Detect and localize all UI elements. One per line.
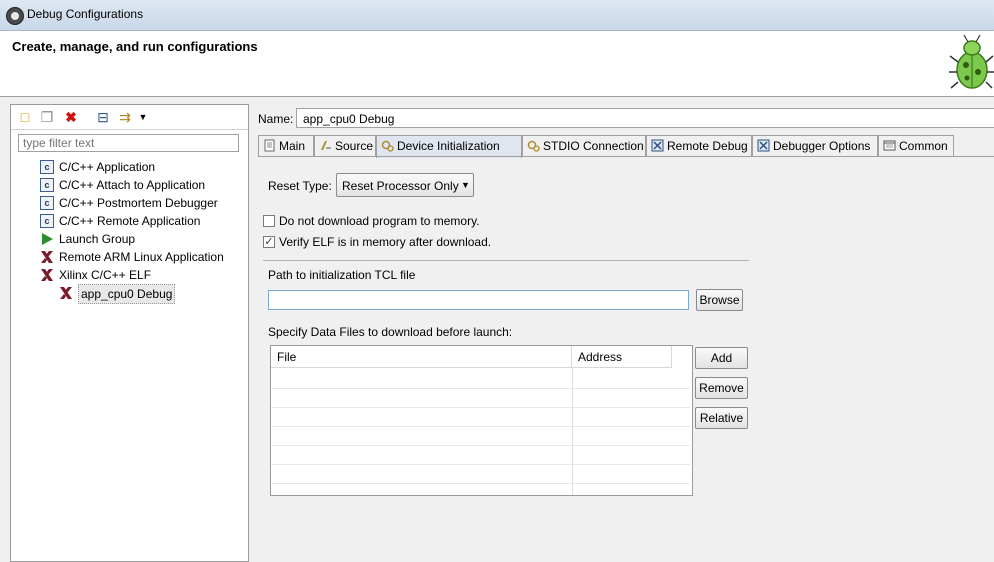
reset-type-value: Reset Processor Only [342,179,459,193]
tab-label: Debugger Options [773,139,871,153]
relative-button[interactable]: Relative [695,407,748,429]
filter-icon[interactable]: ⇉ [117,109,133,125]
tab-device-initialization[interactable]: Device Initialization [376,135,522,158]
tree-item-label: C/C++ Application [59,160,156,174]
remote-debug-icon [651,139,664,152]
table-row[interactable] [271,445,690,446]
tree-toolbar: □ ❐ ✖ ⊟ ⇉ ▼ [11,105,248,130]
configuration-tree-pane: □ ❐ ✖ ⊟ ⇉ ▼ c C/C++ Application c C/C++ … [10,104,249,562]
c-config-icon: c [40,196,54,210]
chevron-down-icon: ▼ [461,180,470,190]
c-config-icon: c [40,178,54,192]
column-header-file[interactable]: File [271,346,572,368]
window-title: Debug Configurations [27,7,144,21]
filter-input[interactable] [18,134,239,152]
tab-main[interactable]: Main [258,135,314,156]
tab-bar: Main Source Device Initialization STDIO … [258,135,994,158]
tab-label: Common [899,139,948,153]
tree-item-label: C/C++ Attach to Application [59,178,206,192]
tab-label: Device Initialization [397,139,500,153]
table-row[interactable] [271,483,690,484]
connection-icon [527,140,540,152]
name-field[interactable]: app_cpu0 Debug [296,108,994,128]
table-row[interactable] [271,464,690,465]
document-icon [264,139,275,152]
tab-label: STDIO Connection [543,139,644,153]
configuration-editor: Name: app_cpu0 Debug Main Source Device … [256,104,994,560]
tab-common[interactable]: Common [878,135,954,156]
tree-item-label: Remote ARM Linux Application [59,250,224,264]
c-config-icon: c [40,214,54,228]
verify-elf-label: Verify ELF is in memory after download. [279,235,492,249]
xilinx-icon [60,287,72,299]
verify-elf-checkbox[interactable]: ✓ [263,236,275,248]
tab-label: Main [279,139,306,153]
table-row[interactable] [271,407,690,408]
tab-remote-debug[interactable]: Remote Debug [646,135,752,156]
table-row[interactable] [271,426,690,427]
data-files-table: File Address [270,345,693,496]
add-button[interactable]: Add [695,347,748,369]
no-download-checkbox[interactable] [263,215,275,227]
new-configuration-icon[interactable]: □ [17,109,33,125]
tab-debugger-options[interactable]: Debugger Options [752,135,878,156]
column-header-address[interactable]: Address [572,346,672,368]
xilinx-icon [41,251,53,263]
tab-stdio-connection[interactable]: STDIO Connection [522,135,646,156]
delete-icon[interactable]: ✖ [63,109,79,125]
collapse-all-icon[interactable]: ⊟ [95,109,111,125]
table-row[interactable] [271,388,690,389]
tab-label: Source [335,139,374,153]
header-heading: Create, manage, and run configurations [12,39,258,54]
bug-icon [949,34,994,89]
name-label: Name: [258,112,294,126]
debugger-options-icon [757,139,770,152]
c-config-icon: c [40,160,54,174]
chevron-down-icon[interactable]: ▼ [135,109,151,125]
tcl-path-input[interactable] [268,290,689,310]
reset-type-label: Reset Type: [268,179,332,193]
tree-item-label: Launch Group [59,232,136,246]
tcl-path-label: Path to initialization TCL file [268,268,416,282]
tree-item-label: C/C++ Remote Application [59,214,201,228]
xilinx-icon [41,269,53,281]
no-download-label: Do not download program to memory. [279,214,480,228]
common-icon [883,140,896,151]
reset-type-dropdown[interactable]: Reset Processor Only ▼ [336,173,474,197]
tree-item-label: app_cpu0 Debug [78,284,176,304]
browse-button[interactable]: Browse [696,289,743,311]
duplicate-icon[interactable]: ❐ [39,109,55,125]
title-bar: Debug Configurations [0,0,994,31]
data-files-label: Specify Data Files to download before la… [268,325,513,339]
sdk-app-icon [6,7,24,25]
source-icon [321,141,331,150]
tab-source[interactable]: Source [314,135,376,156]
tab-label: Remote Debug [667,139,748,153]
device-initialization-panel: Reset Type: Reset Processor Only ▼ Do no… [258,156,994,561]
launch-group-icon [42,233,53,245]
separator [263,260,749,261]
tree-item-label: C/C++ Postmortem Debugger [59,196,218,210]
remove-button[interactable]: Remove [695,377,748,399]
tree-item-label: Xilinx C/C++ ELF [59,268,152,282]
dialog-header: Create, manage, and run configurations [0,31,994,97]
device-init-icon [381,140,394,152]
